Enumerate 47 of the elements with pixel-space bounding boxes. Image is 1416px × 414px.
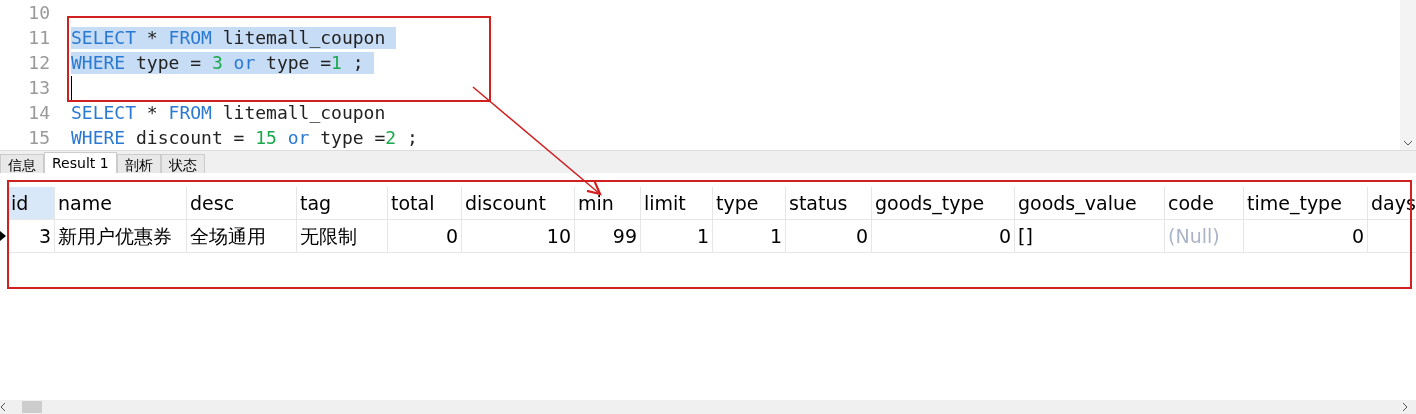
result-tab[interactable]: 状态 xyxy=(160,154,205,173)
column-header[interactable]: min xyxy=(575,187,641,219)
column-header[interactable]: type xyxy=(713,187,786,219)
column-header[interactable]: tag xyxy=(297,187,388,219)
table-cell: 0 xyxy=(1244,220,1368,252)
table-cell: 0 xyxy=(786,220,872,252)
column-header[interactable]: goods_type xyxy=(872,187,1015,219)
code-line: WHERE discount = 15 or type =2 ; xyxy=(71,126,418,149)
table-cell: 1 xyxy=(713,220,786,252)
table-cell: 99 xyxy=(575,220,641,252)
code-line: SELECT * FROM litemall_coupon xyxy=(71,101,386,124)
column-header[interactable]: total xyxy=(388,187,462,219)
table-cell: 无限制 xyxy=(297,220,388,252)
table-cell: 3 xyxy=(8,220,55,252)
table-cell: 10 xyxy=(462,220,575,252)
table-cell: 新用户优惠券 xyxy=(55,220,187,252)
result-tab[interactable]: 信息 xyxy=(0,154,44,173)
chevron-down-icon[interactable] xyxy=(1403,140,1413,146)
line-number: 15 xyxy=(27,127,50,148)
line-number: 10 xyxy=(27,2,50,23)
table-cell: 1 xyxy=(641,220,713,252)
text-cursor xyxy=(71,75,72,100)
table-cell: 全场通用 xyxy=(187,220,297,252)
scrollbar-thumb[interactable] xyxy=(22,401,42,413)
column-header[interactable]: code xyxy=(1165,187,1244,219)
column-header[interactable]: discount xyxy=(462,187,575,219)
line-number: 11 xyxy=(27,27,50,48)
column-header[interactable]: limit xyxy=(641,187,713,219)
vertical-scrollbar[interactable] xyxy=(1400,0,1416,150)
column-header[interactable]: time_type xyxy=(1244,187,1368,219)
table-cell: 0 xyxy=(872,220,1015,252)
column-header[interactable]: name xyxy=(55,187,187,219)
table-cell: (Null) xyxy=(1165,220,1244,252)
chevron-left-icon[interactable] xyxy=(0,402,6,412)
line-number: 13 xyxy=(27,77,50,98)
column-header[interactable]: id xyxy=(8,187,55,219)
result-tab[interactable]: Result 1 xyxy=(44,152,117,173)
line-number: 12 xyxy=(27,52,50,73)
column-header[interactable]: desc xyxy=(187,187,297,219)
table-cell: 0 xyxy=(388,220,462,252)
horizontal-scrollbar[interactable] xyxy=(0,400,1416,414)
column-header[interactable]: goods_value xyxy=(1015,187,1165,219)
line-number: 14 xyxy=(27,102,50,123)
table-cell: [] xyxy=(1015,220,1165,252)
chevron-right-icon[interactable] xyxy=(1402,402,1408,412)
column-header[interactable]: status xyxy=(786,187,872,219)
result-tab[interactable]: 剖析 xyxy=(116,154,161,173)
